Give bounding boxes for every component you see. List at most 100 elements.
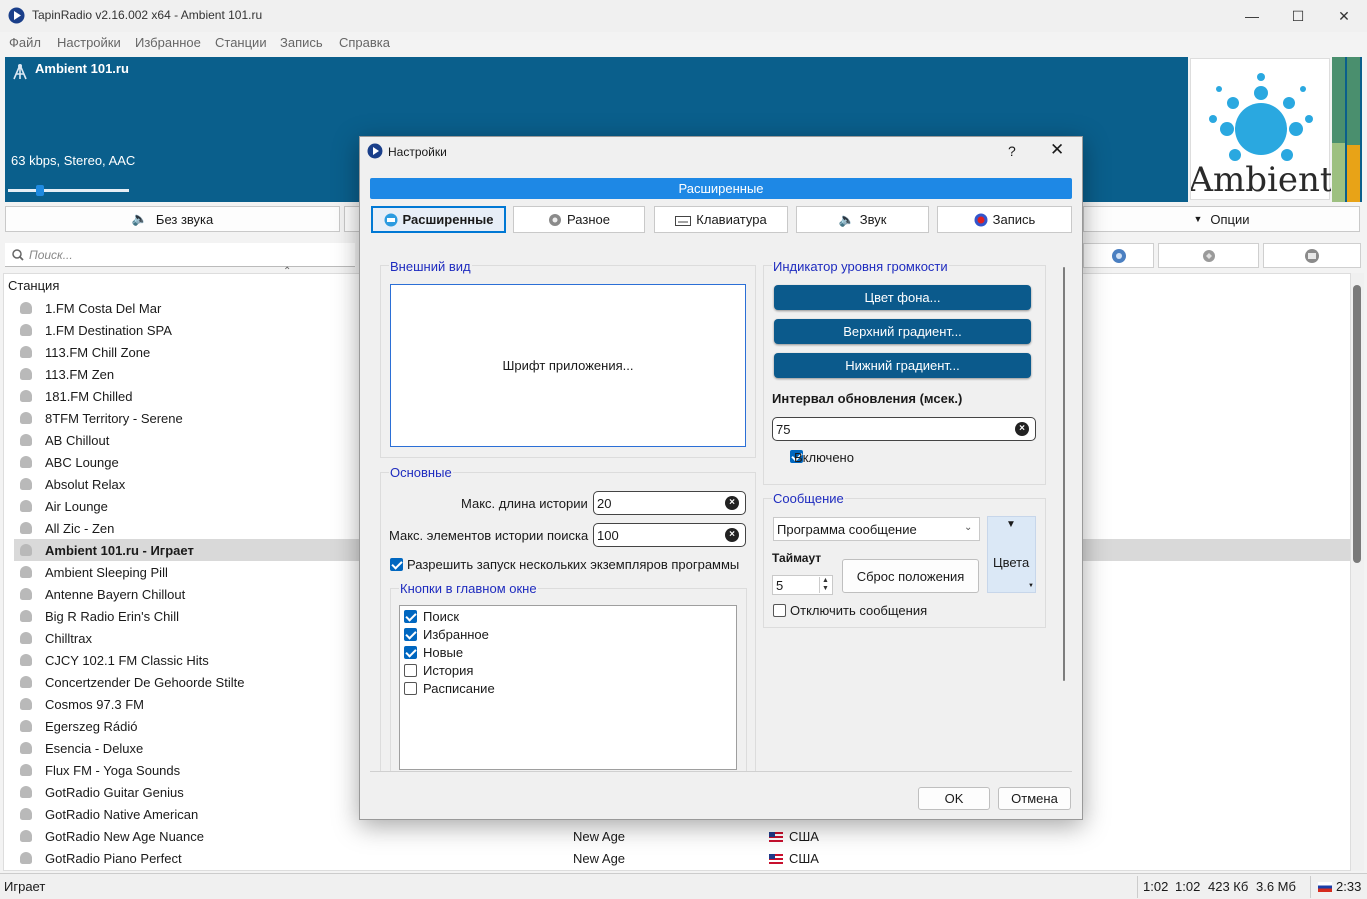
- message-select[interactable]: Программа сообщение ⌄: [773, 517, 980, 541]
- clear-icon[interactable]: ×: [725, 528, 739, 542]
- radio-station-icon: [20, 852, 32, 864]
- main-buttons-list[interactable]: Поиск Избранное Новые История Расписание: [399, 605, 737, 770]
- bg-color-button[interactable]: Цвет фона...: [774, 285, 1031, 310]
- message-select-value: Программа сообщение: [777, 522, 917, 537]
- clear-icon[interactable]: ×: [1015, 422, 1029, 436]
- disable-messages-checkbox[interactable]: [773, 604, 786, 617]
- reset-position-button[interactable]: Сброс положения: [842, 559, 979, 593]
- station-name: Absolut Relax: [45, 476, 126, 492]
- station-name: Esencia - Deluxe: [45, 740, 144, 756]
- tab-keyboard-label: Клавиатура: [696, 212, 767, 227]
- spinner-arrows-icon[interactable]: ▲ ▼: [819, 577, 831, 593]
- app-font-button[interactable]: Шрифт приложения...: [390, 284, 746, 447]
- station-name: GotRadio Piano Perfect: [45, 850, 182, 866]
- button-option-schedule[interactable]: Расписание: [404, 681, 495, 696]
- status-clock: 2:33: [1336, 879, 1362, 894]
- button-option-search[interactable]: Поиск: [404, 609, 459, 624]
- check-box[interactable]: [404, 682, 417, 695]
- cancel-button[interactable]: Отмена: [998, 787, 1071, 810]
- new-stations-icon: [1305, 248, 1319, 263]
- settings-scrollbar[interactable]: [1063, 267, 1065, 681]
- toolbar-button-hidden[interactable]: [344, 206, 360, 232]
- bottom-gradient-button[interactable]: Нижний градиент...: [774, 353, 1031, 378]
- search-input[interactable]: Поиск...: [29, 248, 73, 262]
- maximize-button[interactable]: ☐: [1275, 0, 1321, 32]
- colors-button[interactable]: ▼ Цвета ▼: [987, 516, 1036, 593]
- status-size-1: 423 Кб: [1208, 879, 1249, 894]
- radio-station-icon: [20, 302, 32, 314]
- station-row[interactable]: GotRadio New Age Nuance New Age США: [14, 825, 1350, 847]
- ru-flag-icon: [1318, 882, 1332, 892]
- tab-advanced[interactable]: Расширенные: [371, 206, 506, 233]
- station-name: GotRadio New Age Nuance: [45, 828, 204, 844]
- radio-station-icon: [20, 368, 32, 380]
- tab-record[interactable]: Запись: [937, 206, 1072, 233]
- tab-misc[interactable]: Разное: [513, 206, 645, 233]
- message-title: Сообщение: [772, 491, 845, 506]
- tab-sound[interactable]: 🔈 Звук: [796, 206, 929, 233]
- dialog-title: Настройки: [388, 145, 447, 159]
- enabled-label: Включено: [794, 450, 854, 465]
- options-button[interactable]: ▼ Опции: [1083, 206, 1360, 232]
- list-scrollbar-thumb[interactable]: [1353, 285, 1361, 563]
- radio-station-icon: [20, 456, 32, 468]
- refresh-interval-field[interactable]: 75 ×: [772, 417, 1036, 441]
- search-history-field[interactable]: 100 ×: [593, 523, 746, 547]
- chevron-down-icon: ⌄: [964, 522, 973, 533]
- check-box[interactable]: [404, 664, 417, 677]
- close-dialog-button[interactable]: ✕: [1050, 140, 1064, 160]
- close-window-button[interactable]: ✕: [1321, 0, 1367, 32]
- menu-favorites[interactable]: Избранное: [135, 35, 201, 50]
- vu-right-level: [1347, 145, 1360, 202]
- favorites-toolbar-button[interactable]: [1158, 243, 1259, 268]
- radio-station-icon: [20, 632, 32, 644]
- button-option-history[interactable]: История: [404, 663, 473, 678]
- station-name: 113.FM Zen: [45, 366, 115, 382]
- refresh-interval-value: 75: [776, 422, 791, 437]
- station-row[interactable]: GotRadio Piano Perfect New Age США: [14, 847, 1350, 869]
- keyboard-icon: [675, 215, 692, 226]
- station-name: Air Lounge: [45, 498, 108, 514]
- station-name: Chilltrax: [45, 630, 92, 646]
- history-length-field[interactable]: 20 ×: [593, 491, 746, 515]
- list-scrollbar[interactable]: [1351, 273, 1364, 871]
- clear-icon[interactable]: ×: [725, 496, 739, 510]
- station-name: 181.FM Chilled: [45, 388, 133, 404]
- history-length-value: 20: [597, 496, 612, 511]
- volume-slider-thumb[interactable]: [36, 185, 45, 196]
- minimize-button[interactable]: —: [1229, 0, 1275, 32]
- menu-stations[interactable]: Станции: [215, 35, 267, 50]
- button-option-favorites[interactable]: Избранное: [404, 627, 489, 642]
- tab-sound-label: Звук: [859, 212, 887, 227]
- refresh-interval-label: Интервал обновления (мсек.): [772, 391, 963, 406]
- help-button[interactable]: ?: [1008, 143, 1016, 159]
- station-name: 8TFM Territory - Serene: [45, 410, 183, 426]
- option-label: Новые: [423, 645, 464, 660]
- volume-slider[interactable]: [8, 185, 129, 196]
- station-name: CJCY 102.1 FM Classic Hits: [45, 652, 209, 668]
- top-gradient-button[interactable]: Верхний градиент...: [774, 319, 1031, 344]
- new-toolbar-button[interactable]: [1263, 243, 1361, 268]
- station-name: AB Chillout: [45, 432, 110, 448]
- station-name: Big R Radio Erin's Chill: [45, 608, 179, 624]
- station-logo: Ambient: [1187, 58, 1334, 200]
- button-option-new[interactable]: Новые: [404, 645, 463, 660]
- status-text: Играет: [4, 879, 46, 894]
- check-box[interactable]: [404, 646, 417, 659]
- country-cell: США: [769, 829, 819, 844]
- timeout-spinner[interactable]: 5 ▲ ▼: [772, 575, 833, 595]
- column-header-station[interactable]: Станция: [8, 278, 59, 293]
- search-toolbar-button[interactable]: [1083, 243, 1154, 268]
- check-box[interactable]: [404, 628, 417, 641]
- menu-file[interactable]: Файл: [9, 35, 41, 50]
- station-name: Ambient Sleeping Pill: [45, 564, 168, 580]
- search-box[interactable]: Поиск...: [5, 243, 355, 267]
- menu-settings[interactable]: Настройки: [57, 35, 121, 50]
- tab-keyboard[interactable]: Клавиатура: [654, 206, 788, 233]
- multi-instance-checkbox[interactable]: [390, 558, 403, 571]
- ok-button[interactable]: OK: [918, 787, 990, 810]
- mute-button[interactable]: 🔈 Без звука: [5, 206, 340, 232]
- menu-record[interactable]: Запись: [280, 35, 323, 50]
- check-box[interactable]: [404, 610, 417, 623]
- menu-help[interactable]: Справка: [339, 35, 390, 50]
